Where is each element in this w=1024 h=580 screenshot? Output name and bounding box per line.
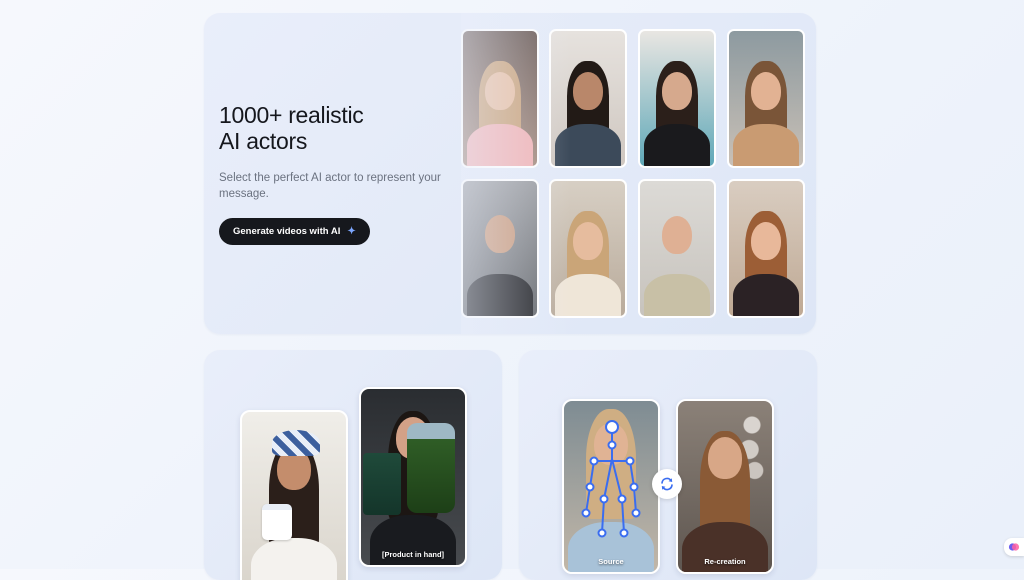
hero-description: Select the perfect AI actor to represent… xyxy=(219,172,441,200)
source-video-phone[interactable]: Source xyxy=(562,399,660,574)
refresh-icon[interactable] xyxy=(652,469,682,499)
product-ag1-pouch xyxy=(363,453,401,515)
product-card: [Product in hand] xyxy=(204,350,502,580)
actor-with-cream-phone[interactable] xyxy=(240,410,348,580)
actor-with-ag1-phone[interactable]: [Product in hand] xyxy=(359,387,467,567)
grid-fade-overlay xyxy=(461,13,571,334)
product-cream-jar xyxy=(262,504,292,540)
recreation-video-phone[interactable]: Re-creation xyxy=(676,399,774,574)
hero-card: 1000+ realistic AI actors Select the per… xyxy=(204,13,816,334)
actor-woman-black-top[interactable] xyxy=(638,29,716,168)
generate-videos-button[interactable]: Generate videos with AI ✦ xyxy=(219,218,370,245)
hero-title-line-2: AI actors xyxy=(219,128,308,154)
sparkle-icon: ✦ xyxy=(347,226,356,237)
recreation-caption: Re-creation xyxy=(704,557,746,566)
hero-title-line-1: 1000+ realistic xyxy=(219,102,364,128)
pose-skeleton xyxy=(581,420,641,538)
hero-title: 1000+ realistic AI actors xyxy=(219,102,364,154)
source-caption: Source xyxy=(598,557,624,566)
chat-widget-icon[interactable] xyxy=(1004,538,1024,556)
actor-woman-auburn[interactable] xyxy=(727,179,805,318)
recreation-card: Source Re-creation xyxy=(519,350,817,580)
actor-woman-car[interactable] xyxy=(727,29,805,168)
product-green-jar xyxy=(407,423,455,513)
actor-man-beige-shirt[interactable] xyxy=(638,179,716,318)
product-in-hand-caption: [Product in hand] xyxy=(381,550,445,559)
bandana xyxy=(272,430,320,456)
generate-videos-label: Generate videos with AI xyxy=(233,226,341,237)
